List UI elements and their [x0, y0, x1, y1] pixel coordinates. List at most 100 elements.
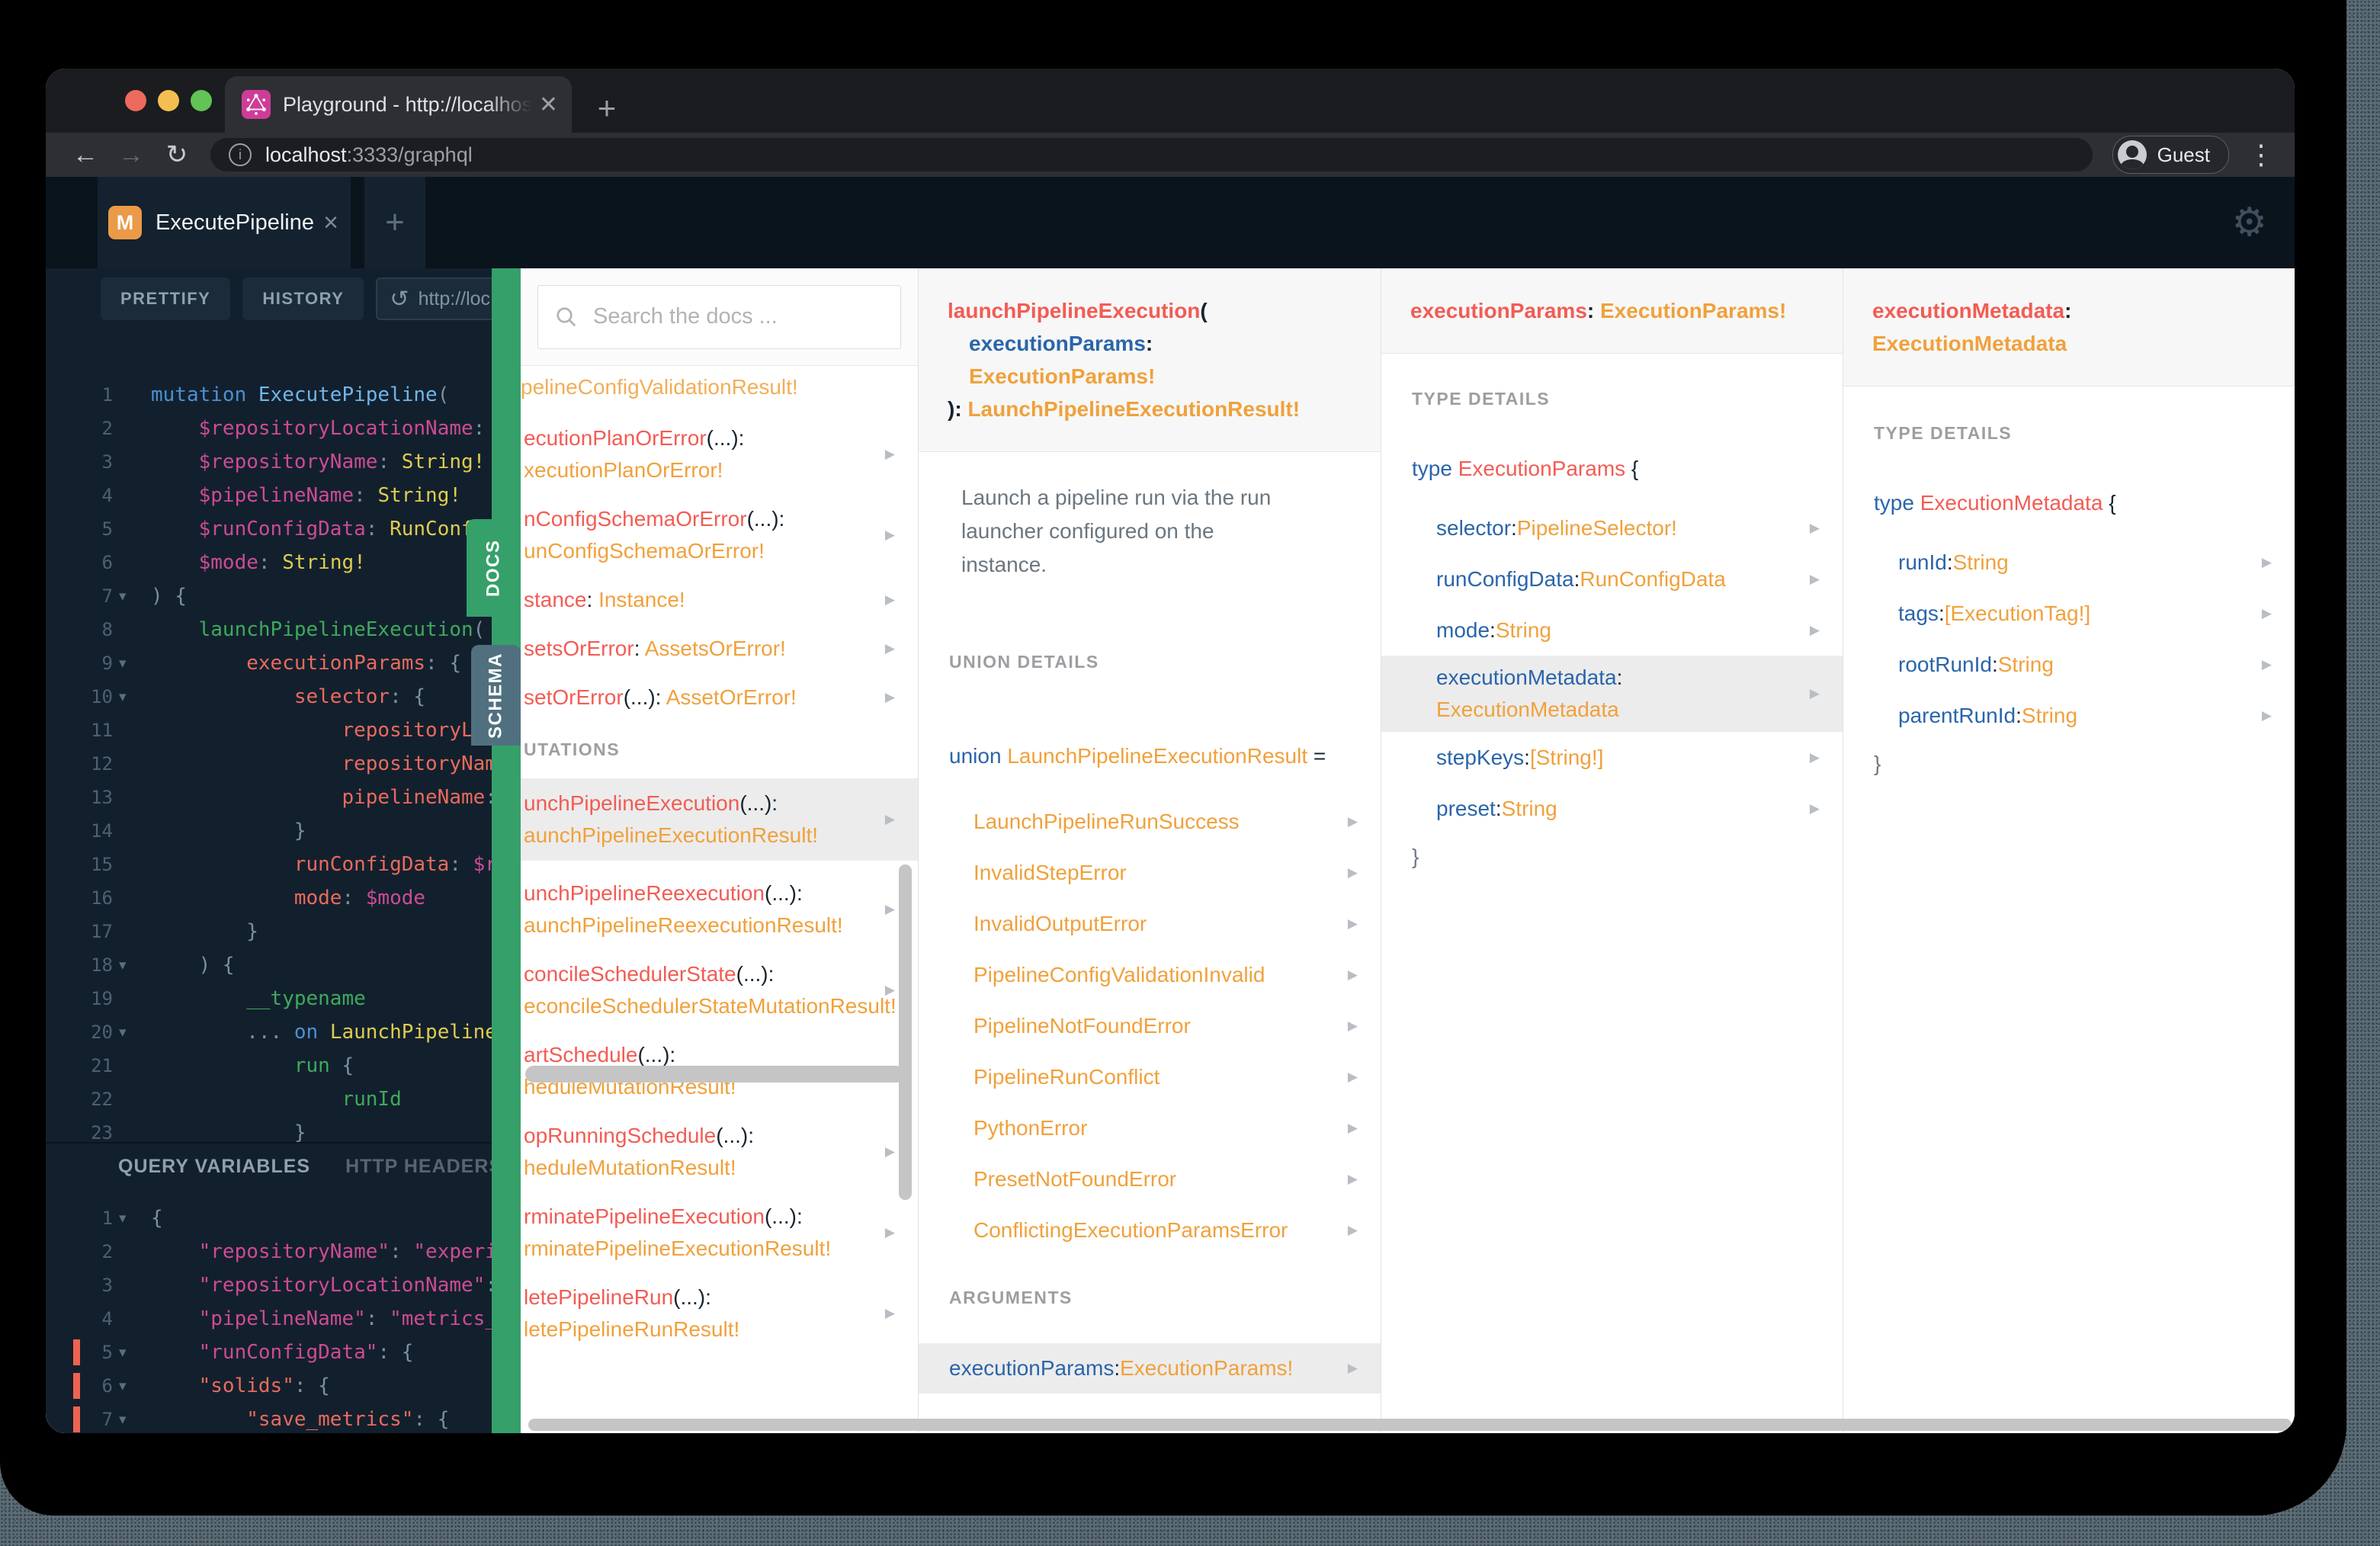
docs-list-item[interactable]: stance: Instance! ▶: [521, 584, 918, 616]
variables-editor[interactable]: 1▾{2 "repositoryName": "experiments"3 "r…: [46, 1189, 492, 1433]
chevron-right-icon[interactable]: ▶: [1348, 1172, 1358, 1187]
type-field[interactable]: tags: [ExecutionTag!] ▶: [1843, 588, 2295, 639]
minimize-window-button[interactable]: [158, 90, 179, 111]
fold-caret-icon[interactable]: ▾: [113, 688, 151, 706]
close-window-button[interactable]: [125, 90, 146, 111]
chevron-right-icon[interactable]: ▶: [885, 893, 895, 925]
zoom-window-button[interactable]: [191, 90, 212, 111]
new-session-button[interactable]: +: [364, 177, 425, 268]
type-field[interactable]: mode: String ▶: [1381, 605, 1843, 656]
docs-list-item[interactable]: concileSchedulerState(...): econcileSched…: [521, 958, 918, 1022]
docs-list-item[interactable]: opRunningSchedule(...): heduleMutationRes…: [521, 1120, 918, 1184]
browser-menu-icon[interactable]: ⋮: [2247, 139, 2275, 171]
code-line[interactable]: 7 ▾) {: [46, 579, 492, 613]
variables-line[interactable]: 7 ▾ "save_metrics": {: [46, 1403, 492, 1433]
browser-tab[interactable]: Playground - http://localhost:3 ✕: [225, 76, 572, 133]
code-line[interactable]: 10 ▾ selector: {: [46, 680, 492, 714]
docs-search-input[interactable]: [592, 303, 884, 330]
chevron-right-icon[interactable]: ▶: [885, 1297, 895, 1329]
forward-icon[interactable]: →: [111, 140, 151, 170]
url-bar[interactable]: i localhost:3333/graphql: [210, 138, 2093, 172]
code-line[interactable]: 4 $pipelineName: String!: [46, 479, 492, 512]
chevron-right-icon[interactable]: ▶: [1810, 801, 1820, 816]
chevron-right-icon[interactable]: ▶: [1348, 967, 1358, 983]
type-field[interactable]: runId: String ▶: [1843, 537, 2295, 588]
docs-list-item[interactable]: rminatePipelineExecution(...): rminatePip…: [521, 1201, 918, 1265]
chevron-right-icon[interactable]: ▶: [1348, 1018, 1358, 1034]
code-line[interactable]: 16 mode: $mode: [46, 881, 492, 915]
code-line[interactable]: 23 }: [46, 1116, 492, 1142]
union-member[interactable]: InvalidStepError ▶: [919, 847, 1381, 898]
reload-icon[interactable]: ↻: [157, 140, 197, 170]
chevron-right-icon[interactable]: ▶: [1348, 1223, 1358, 1238]
docs-list-item[interactable]: nConfigSchemaOrError(...): unConfigSchema…: [521, 503, 918, 567]
tab-http-headers[interactable]: HTTP HEADERS: [345, 1156, 492, 1178]
code-line[interactable]: 22 runId: [46, 1083, 492, 1116]
chevron-right-icon[interactable]: ▶: [2262, 708, 2272, 723]
code-line[interactable]: 9 ▾ executionParams: {: [46, 646, 492, 680]
fold-caret-icon[interactable]: ▾: [113, 655, 151, 672]
variables-line[interactable]: 6 ▾ "solids": {: [46, 1369, 492, 1403]
type-field[interactable]: parentRunId: String ▶: [1843, 690, 2295, 741]
docs-column1-hscrollbar[interactable]: [525, 1066, 905, 1083]
union-member[interactable]: LaunchPipelineRunSuccess ▶: [919, 796, 1381, 847]
chevron-right-icon[interactable]: ▶: [1810, 623, 1820, 638]
chevron-right-icon[interactable]: ▶: [1348, 1121, 1358, 1136]
union-member[interactable]: PythonError ▶: [919, 1102, 1381, 1153]
chevron-right-icon[interactable]: ▶: [1348, 814, 1358, 829]
new-tab-button[interactable]: +: [582, 84, 631, 133]
type-field[interactable]: preset: String ▶: [1381, 783, 1843, 834]
docs-hscrollbar[interactable]: [528, 1419, 2292, 1431]
variables-line[interactable]: 2 "repositoryName": "experiments": [46, 1235, 492, 1269]
settings-gear-icon[interactable]: ⚙: [2231, 177, 2267, 268]
chevron-right-icon[interactable]: ▶: [885, 1217, 895, 1249]
code-line[interactable]: 11 repositoryLocationName: $repositoryLo…: [46, 714, 492, 747]
chevron-right-icon[interactable]: ▶: [885, 682, 895, 714]
prettify-button[interactable]: PRETTIFY: [101, 277, 231, 320]
schema-side-tab[interactable]: SCHEMA: [471, 645, 521, 746]
type-field[interactable]: executionMetadata: ExecutionMetadata ▶: [1381, 656, 1843, 732]
code-line[interactable]: 15 runConfigData: $runConfigData: [46, 848, 492, 881]
variables-line[interactable]: 1 ▾{: [46, 1201, 492, 1235]
chevron-right-icon[interactable]: ▶: [885, 519, 895, 551]
code-line[interactable]: 1 mutation ExecutePipeline(: [46, 378, 492, 412]
fold-caret-icon[interactable]: ▾: [113, 1411, 151, 1429]
code-line[interactable]: 2 $repositoryLocationName: String!: [46, 412, 492, 445]
docs-list-item[interactable]: unchPipelineReexecution(...): aunchPipeli…: [521, 877, 918, 941]
docs-list-item[interactable]: ecutionPlanOrError(...): xecutionPlanOrEr…: [521, 422, 918, 486]
code-line[interactable]: 8 launchPipelineExecution(: [46, 613, 492, 646]
session-tab[interactable]: M ExecutePipeline ×: [98, 177, 351, 268]
docs-list-item[interactable]: setOrError(...): AssetOrError! ▶: [521, 682, 918, 714]
chevron-right-icon[interactable]: ▶: [885, 584, 895, 616]
query-editor[interactable]: 1 mutation ExecutePipeline(2 $repositoryL…: [46, 329, 492, 1142]
docs-list-item-partial[interactable]: pelineConfigValidationResult!: [521, 378, 918, 407]
union-member[interactable]: InvalidOutputError ▶: [919, 898, 1381, 949]
type-field[interactable]: stepKeys: [String!] ▶: [1381, 732, 1843, 783]
chevron-right-icon[interactable]: ▶: [1348, 1361, 1358, 1376]
code-line[interactable]: 17 }: [46, 915, 492, 948]
chevron-right-icon[interactable]: ▶: [2262, 606, 2272, 621]
chevron-right-icon[interactable]: ▶: [885, 974, 895, 1006]
chevron-right-icon[interactable]: ▶: [2262, 555, 2272, 570]
union-member[interactable]: PipelineConfigValidationInvalid ▶: [919, 949, 1381, 1000]
close-session-icon[interactable]: ×: [323, 208, 338, 238]
type-field[interactable]: runConfigData: RunConfigData ▶: [1381, 553, 1843, 605]
fold-caret-icon[interactable]: ▾: [113, 1344, 151, 1362]
fold-caret-icon[interactable]: ▾: [113, 957, 151, 974]
docs-list-item[interactable]: letePipelineRun(...): letePipelineRunResu…: [521, 1281, 918, 1346]
chevron-right-icon[interactable]: ▶: [2262, 657, 2272, 672]
union-member[interactable]: PresetNotFoundError ▶: [919, 1153, 1381, 1204]
variables-line[interactable]: 5 ▾ "runConfigData": {: [46, 1336, 492, 1369]
tab-query-variables[interactable]: QUERY VARIABLES: [118, 1156, 310, 1178]
chevron-right-icon[interactable]: ▶: [1348, 1070, 1358, 1085]
fold-caret-icon[interactable]: ▾: [113, 1378, 151, 1395]
code-line[interactable]: 20▾ ... on LaunchPipelineRunSuccess {: [46, 1015, 492, 1049]
history-button[interactable]: HISTORY: [242, 277, 364, 320]
site-info-icon[interactable]: i: [229, 143, 252, 166]
fold-caret-icon[interactable]: ▾: [113, 1210, 151, 1227]
endpoint-input[interactable]: ↺ http://loc: [376, 277, 492, 320]
endpoint-reload-icon[interactable]: ↺: [390, 286, 409, 313]
chevron-right-icon[interactable]: ▶: [1810, 521, 1820, 536]
code-line[interactable]: 6 $mode: String!: [46, 546, 492, 579]
type-field[interactable]: selector: PipelineSelector! ▶: [1381, 502, 1843, 553]
